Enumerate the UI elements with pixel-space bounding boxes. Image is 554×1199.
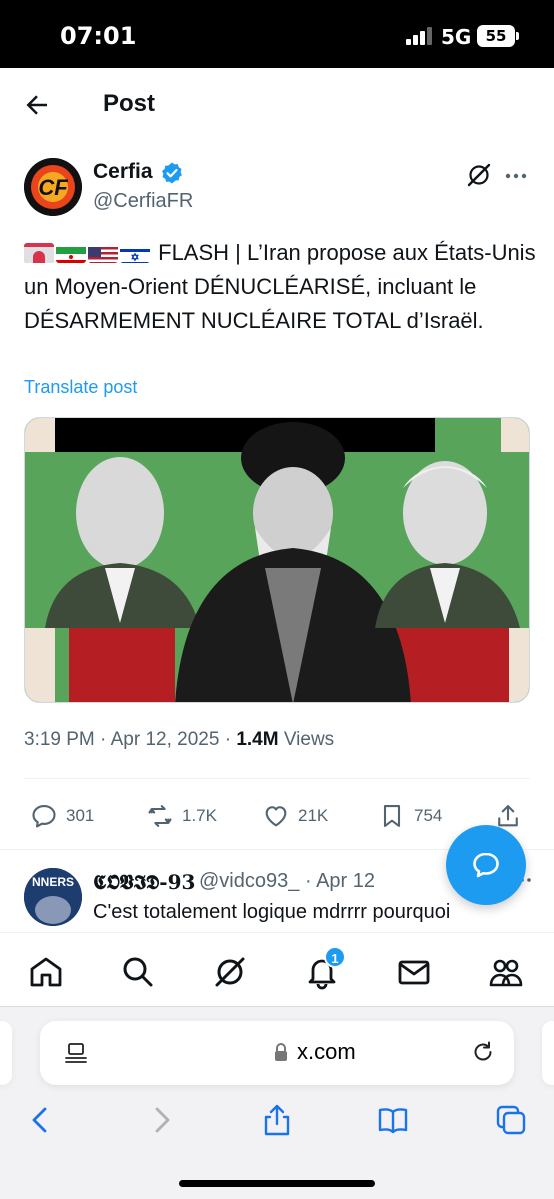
bookmark-count: 754 — [414, 806, 443, 825]
address-bar[interactable]: x.com — [40, 1021, 514, 1085]
views-label: Views — [283, 729, 335, 750]
post-header: Post — [0, 68, 554, 140]
reply-text: C'est totalement logique mdrrrr pourquoi — [93, 901, 451, 923]
tweet-meta: 3:19 PM · Apr 12, 2025 · 1.4M Views — [24, 729, 334, 751]
next-tab-peek[interactable] — [542, 1021, 554, 1085]
tweet-time[interactable]: 3:19 PM — [24, 729, 95, 750]
grok-icon[interactable] — [466, 162, 492, 188]
author-handle[interactable]: @CerfiaFR — [93, 190, 193, 213]
home-indicator — [179, 1180, 375, 1187]
browser-share-icon[interactable] — [260, 1103, 294, 1137]
signal-icon — [406, 27, 434, 45]
meta-separator: · — [224, 729, 232, 750]
usa-flag-icon — [88, 243, 118, 263]
status-time: 07:01 — [60, 22, 137, 50]
back-arrow-icon[interactable] — [22, 90, 52, 120]
reply-meta: @vidco93_ · Apr 12 — [199, 870, 375, 893]
tweet-text: FLASH | L’Iran propose aux États-Unis un… — [24, 236, 536, 338]
israel-flag-icon — [120, 243, 150, 263]
reply-avatar[interactable]: NNERS — [24, 868, 82, 926]
reply-count: 301 — [66, 806, 95, 825]
search-icon[interactable] — [120, 954, 156, 990]
url-text: x.com — [297, 1039, 356, 1064]
repost-button[interactable]: 1.7K — [146, 800, 217, 832]
iran-flag-icon — [56, 243, 86, 263]
reply-icon — [32, 805, 56, 828]
browser-back-icon[interactable] — [24, 1103, 58, 1137]
home-icon[interactable] — [28, 954, 64, 990]
tabs-overview-icon[interactable] — [494, 1103, 528, 1137]
page-title: Post — [103, 90, 156, 117]
rotating-light-icon — [24, 243, 54, 263]
previous-tab-peek[interactable] — [0, 1021, 12, 1085]
tweet-date[interactable]: Apr 12, 2025 — [111, 729, 220, 750]
bottom-nav: 1 — [0, 940, 554, 1006]
notification-badge: 1 — [324, 946, 346, 968]
reload-icon[interactable] — [470, 1039, 496, 1065]
reply-button[interactable]: 301 — [30, 800, 94, 832]
chat-bubble-icon — [473, 852, 499, 878]
like-count: 21K — [298, 806, 329, 825]
meta-separator: · — [304, 870, 312, 892]
reply-avatar-text: NNERS — [32, 875, 74, 889]
battery-icon: 55 — [477, 25, 519, 47]
status-bar: 07:01 5G 55 — [0, 0, 554, 68]
compose-reply-button[interactable] — [446, 825, 526, 905]
meta-separator: · — [100, 729, 107, 750]
reply-date[interactable]: Apr 12 — [316, 870, 375, 892]
avatar-text: CF — [38, 175, 68, 200]
battery-level: 55 — [485, 27, 507, 45]
bookmark-icon — [383, 805, 401, 827]
reply-author-name[interactable]: 𝕮𝕺𝖁𝕴𝕯-𝟗𝟑 — [93, 870, 195, 894]
tweet-image[interactable] — [24, 417, 530, 703]
communities-icon[interactable] — [488, 954, 524, 990]
avatar[interactable]: CF — [24, 158, 82, 216]
share-icon — [498, 805, 518, 827]
repost-count: 1.7K — [182, 806, 217, 825]
lock-icon — [275, 1043, 287, 1061]
translate-post-link[interactable]: Translate post — [24, 377, 137, 398]
verified-badge-icon — [162, 162, 182, 184]
divider — [24, 778, 530, 779]
repost-icon — [148, 805, 172, 827]
content-clip — [0, 932, 554, 940]
messages-envelope-icon[interactable] — [396, 954, 432, 990]
like-button[interactable]: 21K — [262, 800, 328, 832]
more-options-icon[interactable] — [504, 164, 528, 188]
views-count: 1.4M — [236, 729, 279, 750]
grok-nav-icon[interactable] — [212, 954, 248, 990]
network-type: 5G — [441, 25, 472, 49]
reply-handle[interactable]: @vidco93_ — [199, 870, 299, 892]
browser-toolbar: x.com — [0, 1006, 554, 1199]
browser-forward-icon[interactable] — [144, 1103, 178, 1137]
author-name[interactable]: Cerfia — [93, 160, 153, 184]
heart-icon — [265, 806, 287, 827]
bookmarks-book-icon[interactable] — [376, 1103, 410, 1137]
bookmark-button[interactable]: 754 — [378, 800, 442, 832]
page-menu-icon[interactable] — [64, 1041, 88, 1065]
